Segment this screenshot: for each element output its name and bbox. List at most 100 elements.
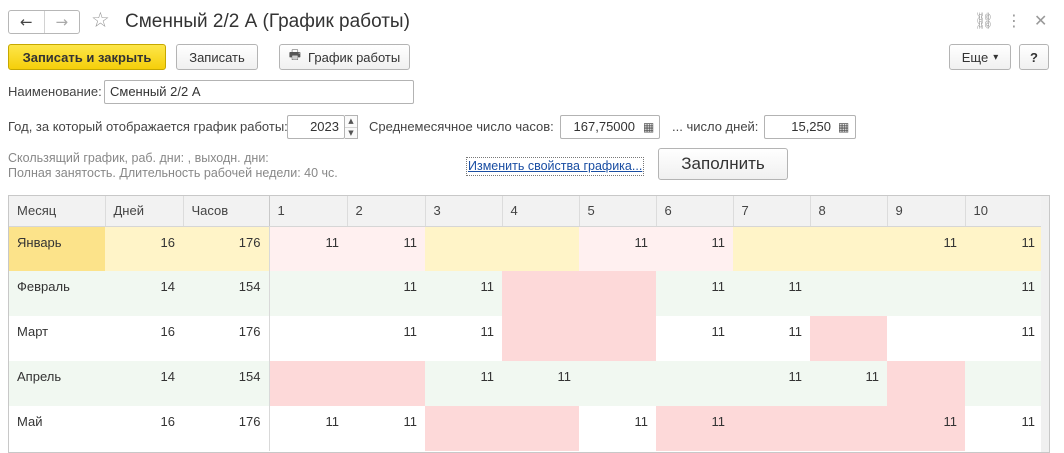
day-cell[interactable]: 11	[656, 226, 733, 271]
day-cell[interactable]: 11	[656, 316, 733, 361]
day-cell[interactable]	[425, 406, 502, 451]
day-cell[interactable]: 11	[502, 361, 579, 406]
hours-cell[interactable]: 176	[183, 316, 270, 361]
month-cell[interactable]: Март	[9, 316, 105, 361]
day-cell[interactable]	[579, 271, 656, 316]
table-row[interactable]: Февраль 14 154 11 11 11 11 11	[9, 271, 1043, 316]
day-cell[interactable]: 11	[579, 406, 656, 451]
day-cell[interactable]: 11	[887, 406, 965, 451]
column-header-day[interactable]: 7	[733, 196, 811, 227]
column-header-month[interactable]: Месяц	[9, 196, 106, 227]
help-button[interactable]: ?	[1019, 44, 1049, 70]
calculator-icon[interactable]: ▦	[838, 116, 849, 138]
column-header-day[interactable]: 3	[425, 196, 503, 227]
column-header-day[interactable]: 6	[656, 196, 734, 227]
year-stepper[interactable]: ▲ ▼	[345, 115, 358, 139]
day-cell[interactable]: 11	[810, 361, 887, 406]
hours-cell[interactable]: 154	[183, 271, 270, 316]
day-cell[interactable]: 11	[965, 271, 1043, 316]
day-cell[interactable]	[810, 406, 887, 451]
more-menu-button[interactable]: Еще ▾	[949, 44, 1011, 70]
month-cell[interactable]: Май	[9, 406, 105, 451]
day-cell[interactable]	[425, 226, 502, 271]
day-cell[interactable]: 11	[965, 226, 1043, 271]
month-cell[interactable]: Апрель	[9, 361, 105, 406]
hours-cell[interactable]: 176	[183, 226, 270, 271]
days-cell[interactable]: 16	[105, 316, 183, 361]
day-cell[interactable]	[733, 226, 810, 271]
hours-cell[interactable]: 176	[183, 406, 270, 451]
more-actions-icon[interactable]: ⋮	[1006, 10, 1022, 32]
month-cell[interactable]: Февраль	[9, 271, 105, 316]
day-cell[interactable]	[887, 271, 965, 316]
column-header-day[interactable]: 8	[810, 196, 888, 227]
day-cell[interactable]: 11	[656, 406, 733, 451]
spin-down-icon[interactable]: ▼	[345, 128, 357, 139]
day-cell[interactable]	[502, 316, 579, 361]
day-cell[interactable]	[810, 226, 887, 271]
day-cell[interactable]	[887, 316, 965, 361]
spin-up-icon[interactable]: ▲	[345, 116, 357, 128]
close-icon[interactable]: ✕	[1034, 10, 1047, 32]
vertical-scrollbar[interactable]	[1041, 196, 1049, 452]
day-cell[interactable]	[269, 316, 347, 361]
day-cell[interactable]: 11	[425, 316, 502, 361]
hours-cell[interactable]: 154	[183, 361, 270, 406]
day-cell[interactable]	[965, 361, 1043, 406]
days-cell[interactable]: 14	[105, 271, 183, 316]
change-schedule-properties-link[interactable]: Изменить свойства графика...	[466, 157, 645, 176]
day-cell[interactable]: 11	[425, 361, 502, 406]
day-cell[interactable]	[347, 361, 425, 406]
day-cell[interactable]	[502, 271, 579, 316]
column-header-day[interactable]: 10	[965, 196, 1044, 227]
table-row[interactable]: Май 16 176 11 11 11 11 11 11	[9, 406, 1043, 451]
day-cell[interactable]: 11	[269, 406, 347, 451]
year-input[interactable]: 2023	[287, 115, 345, 139]
day-cell[interactable]: 11	[733, 271, 810, 316]
day-cell[interactable]: 11	[733, 361, 810, 406]
column-header-day[interactable]: 1	[269, 196, 348, 227]
name-input[interactable]: Сменный 2/2 А	[104, 80, 414, 104]
column-header-hours[interactable]: Часов	[183, 196, 270, 227]
day-cell[interactable]: 11	[733, 316, 810, 361]
day-cell[interactable]: 11	[347, 271, 425, 316]
save-button[interactable]: Записать	[176, 44, 258, 70]
column-header-day[interactable]: 4	[502, 196, 580, 227]
forward-arrow-icon[interactable]: →	[43, 11, 80, 33]
day-cell[interactable]	[887, 361, 965, 406]
back-arrow-icon[interactable]: ←	[9, 11, 44, 33]
column-header-day[interactable]: 2	[347, 196, 426, 227]
day-cell[interactable]	[269, 361, 347, 406]
favorite-star-icon[interactable]: ☆	[91, 8, 110, 32]
day-cell[interactable]: 11	[269, 226, 347, 271]
day-cell[interactable]	[502, 406, 579, 451]
table-row[interactable]: Январь 16 176 11 11 11 11 11 11	[9, 226, 1043, 271]
day-cell[interactable]	[269, 271, 347, 316]
day-cell[interactable]: 11	[965, 406, 1043, 451]
day-cell[interactable]	[579, 361, 656, 406]
month-cell[interactable]: Январь	[9, 226, 105, 271]
day-cell[interactable]	[656, 361, 733, 406]
day-cell[interactable]	[733, 406, 810, 451]
link-icon[interactable]: ⛓	[974, 10, 994, 32]
day-cell[interactable]: 11	[347, 226, 425, 271]
column-header-days[interactable]: Дней	[105, 196, 184, 227]
save-and-close-button[interactable]: Записать и закрыть	[8, 44, 166, 70]
day-cell[interactable]: 11	[347, 316, 425, 361]
column-header-day[interactable]: 9	[887, 196, 966, 227]
calculator-icon[interactable]: ▦	[643, 116, 654, 138]
day-cell[interactable]: 11	[347, 406, 425, 451]
days-cell[interactable]: 14	[105, 361, 183, 406]
day-cell[interactable]: 11	[579, 226, 656, 271]
day-cell[interactable]	[810, 271, 887, 316]
day-cell[interactable]: 11	[965, 316, 1043, 361]
table-row[interactable]: Март 16 176 11 11 11 11 11	[9, 316, 1043, 361]
day-cell[interactable]: 11	[425, 271, 502, 316]
table-row[interactable]: Апрель 14 154 11 11 11 11	[9, 361, 1043, 406]
column-header-day[interactable]: 5	[579, 196, 657, 227]
days-cell[interactable]: 16	[105, 226, 183, 271]
days-cell[interactable]: 16	[105, 406, 183, 451]
day-cell[interactable]	[579, 316, 656, 361]
day-cell[interactable]	[502, 226, 579, 271]
work-schedule-button[interactable]: 🖶 График работы	[279, 44, 410, 70]
